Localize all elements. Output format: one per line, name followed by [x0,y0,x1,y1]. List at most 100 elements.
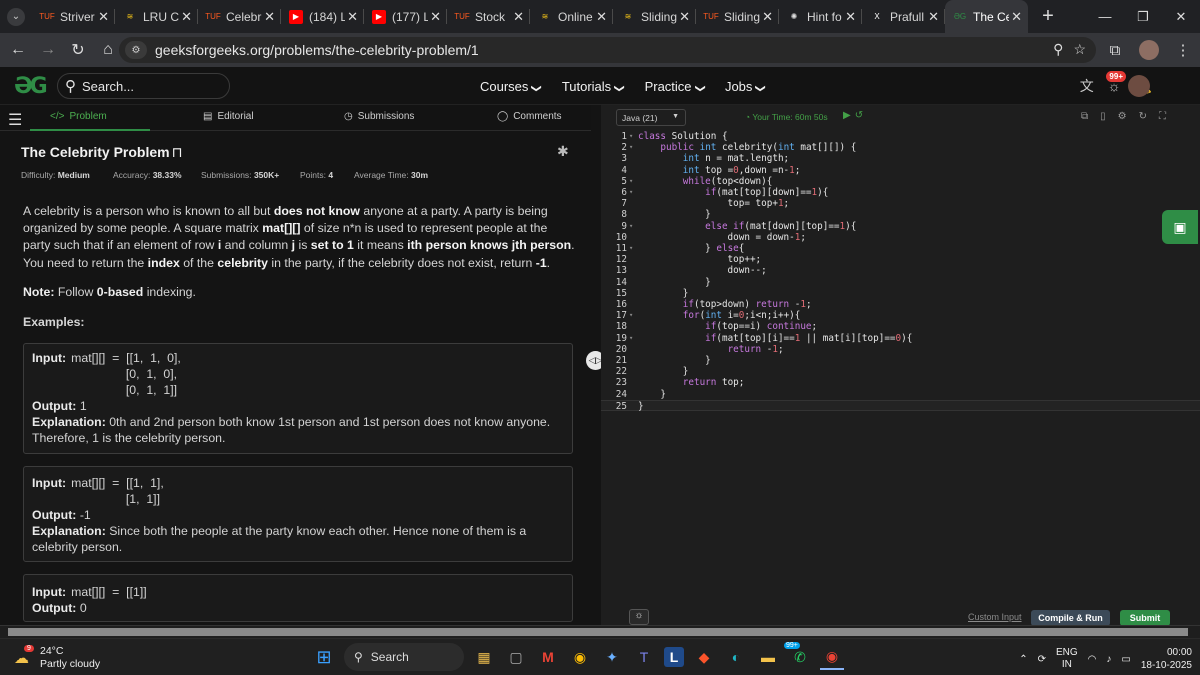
translate-icon[interactable]: 文 [1080,76,1094,96]
forward-button[interactable]: → [34,36,62,64]
chat-icon[interactable]: ▣ [1162,210,1198,244]
reset-timer-icon[interactable]: ↺ [855,110,863,121]
settings-icon[interactable]: ⚙ [1118,111,1127,122]
user-avatar[interactable] [1128,75,1150,97]
fold-chevron-icon[interactable]: ▾ [629,221,633,232]
restore-button[interactable]: ❐ [1124,0,1162,33]
linkedin-learning-icon[interactable]: L [664,647,684,667]
bookmark-icon[interactable]: ⊓ [172,144,183,160]
fold-chevron-icon[interactable]: ▾ [629,333,633,344]
close-icon[interactable]: ✕ [430,9,441,25]
language-select[interactable]: Java (21) ▼ [616,109,686,126]
chrome-icon[interactable]: ◉ [568,644,592,670]
tab-search-button[interactable]: ⌄ [0,0,32,33]
close-icon[interactable]: ✕ [596,9,607,25]
nav-practice[interactable]: Practice ❯ [645,79,706,94]
hamburger-menu-icon[interactable]: ☰ [8,110,22,130]
weather-widget[interactable]: ☁ 9 24°C Partly cloudy [14,645,100,671]
browser-tab[interactable]: X Prafull ✕ [862,0,945,33]
close-icon[interactable]: ✕ [181,9,192,25]
taskbar-search[interactable]: ⚲ Search [344,643,464,671]
gfg-logo[interactable]: ƏG [14,74,48,99]
compile-run-button[interactable]: Compile & Run [1031,610,1110,626]
profile-avatar[interactable] [1139,40,1159,60]
browser-tab[interactable]: ƏG The Ce ✕ [945,0,1028,33]
extensions-icon[interactable]: ⧉ [1098,42,1132,59]
browser-tab[interactable]: ✺ Hint fo ✕ [779,0,862,33]
chrome-active-icon[interactable]: ◉ [820,644,844,670]
close-icon[interactable]: ✕ [347,9,358,25]
input-language[interactable]: ENG IN [1056,647,1078,671]
nav-courses[interactable]: Courses ❯ [480,79,542,94]
close-icon[interactable]: ✕ [679,9,690,25]
play-icon[interactable]: ▶ [843,110,851,121]
fold-chevron-icon[interactable]: ▾ [629,142,633,153]
reload-button[interactable]: ↻ [64,36,92,64]
tab-problem[interactable]: </> Problem [50,111,107,122]
browser-tab[interactable]: TUF Sliding ✕ [696,0,779,33]
task-view-icon[interactable]: ▢ [504,644,528,670]
nav-jobs[interactable]: Jobs ❯ [725,79,766,94]
close-icon[interactable]: ✕ [98,9,109,25]
copilot-icon[interactable]: ✦ [600,644,624,670]
submit-button[interactable]: Submit [1120,610,1170,626]
edge-icon[interactable]: ◐ [724,644,748,670]
scrollbar-thumb[interactable] [8,628,1188,636]
fold-chevron-icon[interactable]: ▾ [629,243,633,254]
bookmark-star-icon[interactable]: ☆ [1073,41,1086,58]
tab-editorial[interactable]: ▤ Editorial [203,111,254,122]
windows-start-icon[interactable]: ⊞ [312,644,336,670]
theme-sun-icon[interactable]: ☼ [629,609,649,625]
browser-tab[interactable]: ≋ Online ✕ [530,0,613,33]
fold-chevron-icon[interactable]: ▾ [629,131,633,142]
chrome-menu-icon[interactable]: ⋮ [1166,41,1200,59]
nav-tutorials[interactable]: Tutorials ❯ [562,79,625,94]
site-search[interactable]: ⚲ Search... [57,73,230,99]
close-icon[interactable]: ✕ [928,9,939,25]
pane-divider[interactable]: ◁▷ [586,105,605,625]
copy-icon[interactable]: ⧉ [1081,111,1088,122]
custom-input-link[interactable]: Custom Input [968,612,1022,622]
site-info-icon[interactable]: ⚙ [125,41,147,59]
battery-icon[interactable]: ▭ [1121,654,1130,665]
fold-chevron-icon[interactable]: ▾ [629,310,633,321]
close-icon[interactable]: ✕ [845,9,856,25]
new-tab-button[interactable]: + [1036,5,1060,28]
fold-chevron-icon[interactable]: ▾ [629,187,633,198]
widgets-icon[interactable]: ▦ [472,644,496,670]
close-icon[interactable]: ✕ [264,9,275,25]
close-icon[interactable]: ✕ [513,9,524,25]
minimize-button[interactable]: — [1086,0,1124,33]
browser-tab[interactable]: TUF Stock ✕ [447,0,530,33]
fold-chevron-icon[interactable]: ▾ [629,176,633,187]
horizontal-scrollbar[interactable] [0,625,1200,638]
browser-tab[interactable]: ≋ LRU C ✕ [115,0,198,33]
browser-tab[interactable]: ▶ (177) L ✕ [364,0,447,33]
address-bar[interactable]: ⚙ geeksforgeeks.org/problems/the-celebri… [119,37,1096,63]
browser-tab[interactable]: TUF Striver ✕ [32,0,115,33]
fullscreen-icon[interactable]: ⛶ [1159,111,1166,122]
file-icon[interactable]: ▯ [1100,111,1106,122]
whatsapp-icon[interactable]: ✆ 99+ [784,642,812,670]
report-bug-icon[interactable]: ✱ [557,143,569,160]
home-button[interactable]: ⌂ [94,36,122,64]
file-explorer-icon[interactable]: ▬ [756,644,780,670]
brave-icon[interactable]: ◆ [692,644,716,670]
wifi-icon[interactable]: ◠ [1088,654,1097,665]
browser-tab[interactable]: ≋ Sliding ✕ [613,0,696,33]
gmail-icon[interactable]: M [536,644,560,670]
clock[interactable]: 00:00 18-10-2025 [1141,646,1192,672]
sync-icon[interactable]: ⟳ [1038,654,1046,665]
code-editor[interactable]: 1 ▾ class Solution {2 ▾ public int celebrit… [601,131,1200,611]
reset-code-icon[interactable]: ↻ [1139,111,1147,122]
close-icon[interactable]: ✕ [762,9,773,25]
teams-icon[interactable]: T [632,644,656,670]
back-button[interactable]: ← [4,36,32,64]
volume-icon[interactable]: ♪ [1106,654,1111,665]
tab-submissions[interactable]: ◷ Submissions [344,111,414,122]
tab-comments[interactable]: ◯ Comments [497,111,562,122]
close-window-button[interactable]: ✕ [1162,0,1200,33]
close-icon[interactable]: ✕ [1011,9,1022,25]
browser-tab[interactable]: ▶ (184) L ✕ [281,0,364,33]
browser-tab[interactable]: TUF Celebr ✕ [198,0,281,33]
